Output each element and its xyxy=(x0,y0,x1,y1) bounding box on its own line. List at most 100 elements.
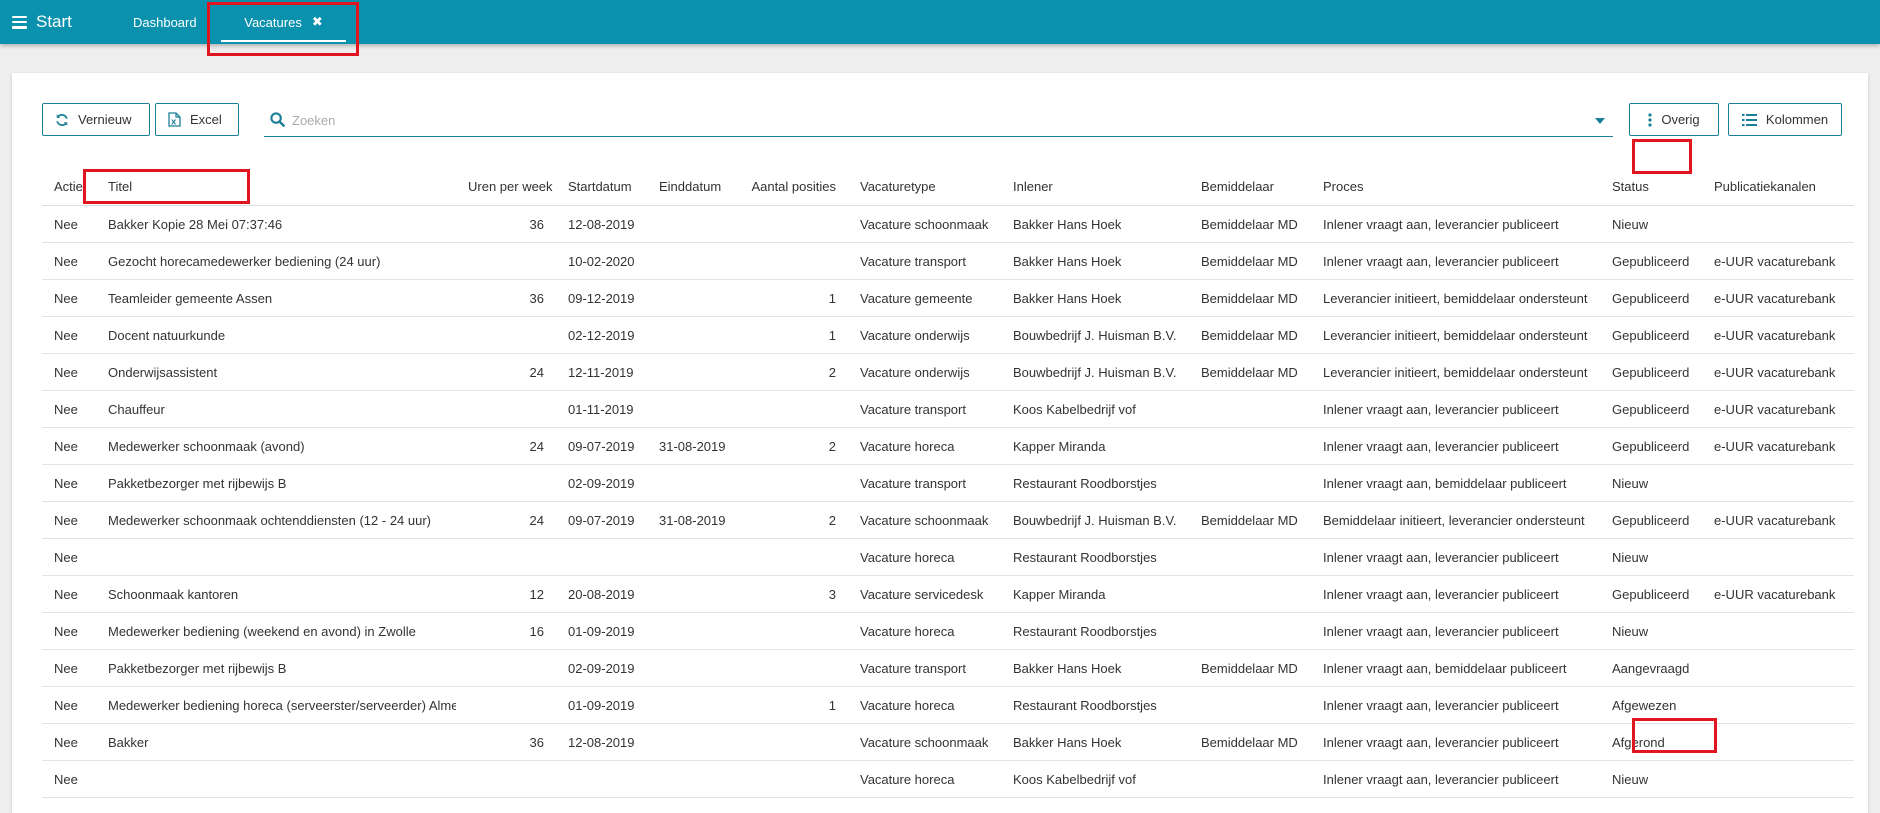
column-header-einddatum[interactable]: Einddatum xyxy=(647,168,738,206)
search-dropdown-icon[interactable] xyxy=(1595,118,1605,124)
cell-vacaturetype: Vacature servicedesk xyxy=(848,575,1001,613)
cell-proces: Inlener vraagt aan, leverancier publicee… xyxy=(1311,760,1600,798)
search-input[interactable] xyxy=(290,103,1584,137)
cell-actie: Nee xyxy=(42,205,96,243)
refresh-button[interactable]: Vernieuw xyxy=(42,103,150,136)
cell-bemiddelaar xyxy=(1189,575,1311,613)
cell-uren-per-week: 16 xyxy=(456,612,556,650)
cell-uren-per-week: 36 xyxy=(456,723,556,761)
kolommen-button[interactable]: Kolommen xyxy=(1728,103,1842,136)
table-row[interactable]: Nee Medewerker schoonmaak ochtenddiensten… xyxy=(42,501,1854,539)
overig-button[interactable]: Overig xyxy=(1629,103,1719,136)
column-header-inlener[interactable]: Inlener xyxy=(1001,168,1189,206)
table-row[interactable]: Nee Bakker Kopie 28 Mei 07:37:46 36 12-08-2… xyxy=(42,205,1854,243)
table-row[interactable]: Nee Schoonmaak kantoren 12 20-08-2019 3 Vacat… xyxy=(42,575,1854,613)
cell-vacaturetype: Vacature gemeente xyxy=(848,279,1001,317)
cell-publicatiekanalen: e-UUR vacaturebank xyxy=(1702,316,1854,354)
cell-actie: Nee xyxy=(42,464,96,502)
column-header-uren-per-week[interactable]: Uren per week xyxy=(456,168,556,206)
cell-startdatum: 09-07-2019 xyxy=(556,501,647,539)
table-row[interactable]: Nee Pakketbezorger met rijbewijs B 02-09-2… xyxy=(42,649,1854,687)
column-header-status[interactable]: Status xyxy=(1600,168,1702,206)
column-header-vacaturetype[interactable]: Vacaturetype xyxy=(848,168,1001,206)
cell-titel: Onderwijsassistent xyxy=(96,353,456,391)
cell-uren-per-week xyxy=(456,316,556,354)
close-icon[interactable]: ✖ xyxy=(312,14,323,30)
table-row[interactable]: Nee Vacature horeca Restaurant Roodborstje… xyxy=(42,538,1854,576)
cell-inlener: Bakker Hans Hoek xyxy=(1001,723,1189,761)
cell-status: Gepubliceerd xyxy=(1600,353,1702,391)
cell-titel: Medewerker schoonmaak ochtenddiensten (1… xyxy=(96,501,456,539)
cell-startdatum: 12-08-2019 xyxy=(556,723,647,761)
cell-publicatiekanalen xyxy=(1702,649,1854,687)
table-row[interactable]: Nee Gezocht horecamedewerker bediening (2… xyxy=(42,242,1854,280)
cell-inlener: Bakker Hans Hoek xyxy=(1001,205,1189,243)
cell-uren-per-week xyxy=(456,686,556,724)
tab-vacatures[interactable]: Vacatures ✖ xyxy=(221,0,346,44)
hamburger-menu-icon xyxy=(12,15,27,29)
cell-aantal-posities xyxy=(738,649,848,687)
cell-publicatiekanalen: e-UUR vacaturebank xyxy=(1702,353,1854,391)
cell-uren-per-week xyxy=(456,242,556,280)
search-bar xyxy=(264,103,1613,137)
search-icon xyxy=(270,112,285,132)
table-row[interactable]: Nee Pakketbezorger met rijbewijs B 02-09-2… xyxy=(42,464,1854,502)
start-menu-button[interactable]: Start xyxy=(12,12,72,32)
excel-export-button[interactable]: X Excel xyxy=(155,103,239,136)
cell-actie: Nee xyxy=(42,279,96,317)
cell-einddatum xyxy=(647,686,738,724)
cell-einddatum xyxy=(647,390,738,428)
start-label: Start xyxy=(36,12,72,31)
cell-startdatum: 12-11-2019 xyxy=(556,353,647,391)
cell-bemiddelaar: Bemiddelaar MD xyxy=(1189,501,1311,539)
column-header-bemiddelaar[interactable]: Bemiddelaar xyxy=(1189,168,1311,206)
column-header-proces[interactable]: Proces xyxy=(1311,168,1600,206)
table-row[interactable]: Nee Teamleider gemeente Assen 36 09-12-2019… xyxy=(42,279,1854,317)
cell-inlener: Bouwbedrijf J. Huisman B.V. xyxy=(1001,353,1189,391)
cell-actie: Nee xyxy=(42,353,96,391)
cell-einddatum xyxy=(647,316,738,354)
column-header-startdatum[interactable]: Startdatum xyxy=(556,168,647,206)
table-row[interactable]: Nee Medewerker bediening (weekend en avon… xyxy=(42,612,1854,650)
active-tab-indicator xyxy=(221,40,346,42)
cell-startdatum: 02-09-2019 xyxy=(556,464,647,502)
cell-status: Nieuw xyxy=(1600,612,1702,650)
table-row[interactable]: Nee Bakker 36 12-08-2019 Vacature schoonmaak… xyxy=(42,723,1854,761)
top-navigation-bar: Start Dashboard Vacatures ✖ xyxy=(0,0,1880,44)
cell-startdatum: 10-02-2020 xyxy=(556,242,647,280)
cell-uren-per-week xyxy=(456,649,556,687)
cell-inlener: Kapper Miranda xyxy=(1001,427,1189,465)
table-row[interactable]: Nee Onderwijsassistent 24 12-11-2019 2 Vacatu… xyxy=(42,353,1854,391)
refresh-button-label: Vernieuw xyxy=(78,112,132,127)
cell-vacaturetype: Vacature schoonmaak xyxy=(848,205,1001,243)
column-header-actie[interactable]: Actie xyxy=(42,168,96,206)
cell-actie: Nee xyxy=(42,723,96,761)
column-header-titel[interactable]: Titel xyxy=(96,168,456,206)
table-row[interactable]: Nee Vacature horeca Koos Kabelbedrijf vof I… xyxy=(42,760,1854,798)
cell-uren-per-week: 12 xyxy=(456,575,556,613)
vacatures-table: Actie Titel Uren per week Startdatum Ein… xyxy=(42,168,1854,798)
cell-uren-per-week xyxy=(456,390,556,428)
cell-bemiddelaar: Bemiddelaar MD xyxy=(1189,649,1311,687)
table-row[interactable]: Nee Medewerker bediening horeca (serveers… xyxy=(42,686,1854,724)
tab-dashboard[interactable]: Dashboard xyxy=(133,0,197,44)
cell-startdatum xyxy=(556,760,647,798)
table-row[interactable]: Nee Chauffeur 01-11-2019 Vacature transport… xyxy=(42,390,1854,428)
cell-inlener: Bouwbedrijf J. Huisman B.V. xyxy=(1001,316,1189,354)
cell-publicatiekanalen: e-UUR vacaturebank xyxy=(1702,575,1854,613)
table-row[interactable]: Nee Medewerker schoonmaak (avond) 24 09-07-… xyxy=(42,427,1854,465)
cell-publicatiekanalen xyxy=(1702,464,1854,502)
cell-vacaturetype: Vacature onderwijs xyxy=(848,353,1001,391)
cell-uren-per-week: 24 xyxy=(456,353,556,391)
cell-inlener: Koos Kabelbedrijf vof xyxy=(1001,390,1189,428)
table-row[interactable]: Nee Docent natuurkunde 02-12-2019 1 Vacature… xyxy=(42,316,1854,354)
cell-titel: Schoonmaak kantoren xyxy=(96,575,456,613)
cell-publicatiekanalen xyxy=(1702,686,1854,724)
cell-bemiddelaar xyxy=(1189,464,1311,502)
column-header-publicatiekanalen[interactable]: Publicatiekanalen xyxy=(1702,168,1854,206)
column-header-aantal-posities[interactable]: Aantal posities xyxy=(738,168,848,206)
cell-status: Nieuw xyxy=(1600,538,1702,576)
cell-aantal-posities xyxy=(738,390,848,428)
cell-aantal-posities: 1 xyxy=(738,279,848,317)
cell-startdatum: 09-12-2019 xyxy=(556,279,647,317)
